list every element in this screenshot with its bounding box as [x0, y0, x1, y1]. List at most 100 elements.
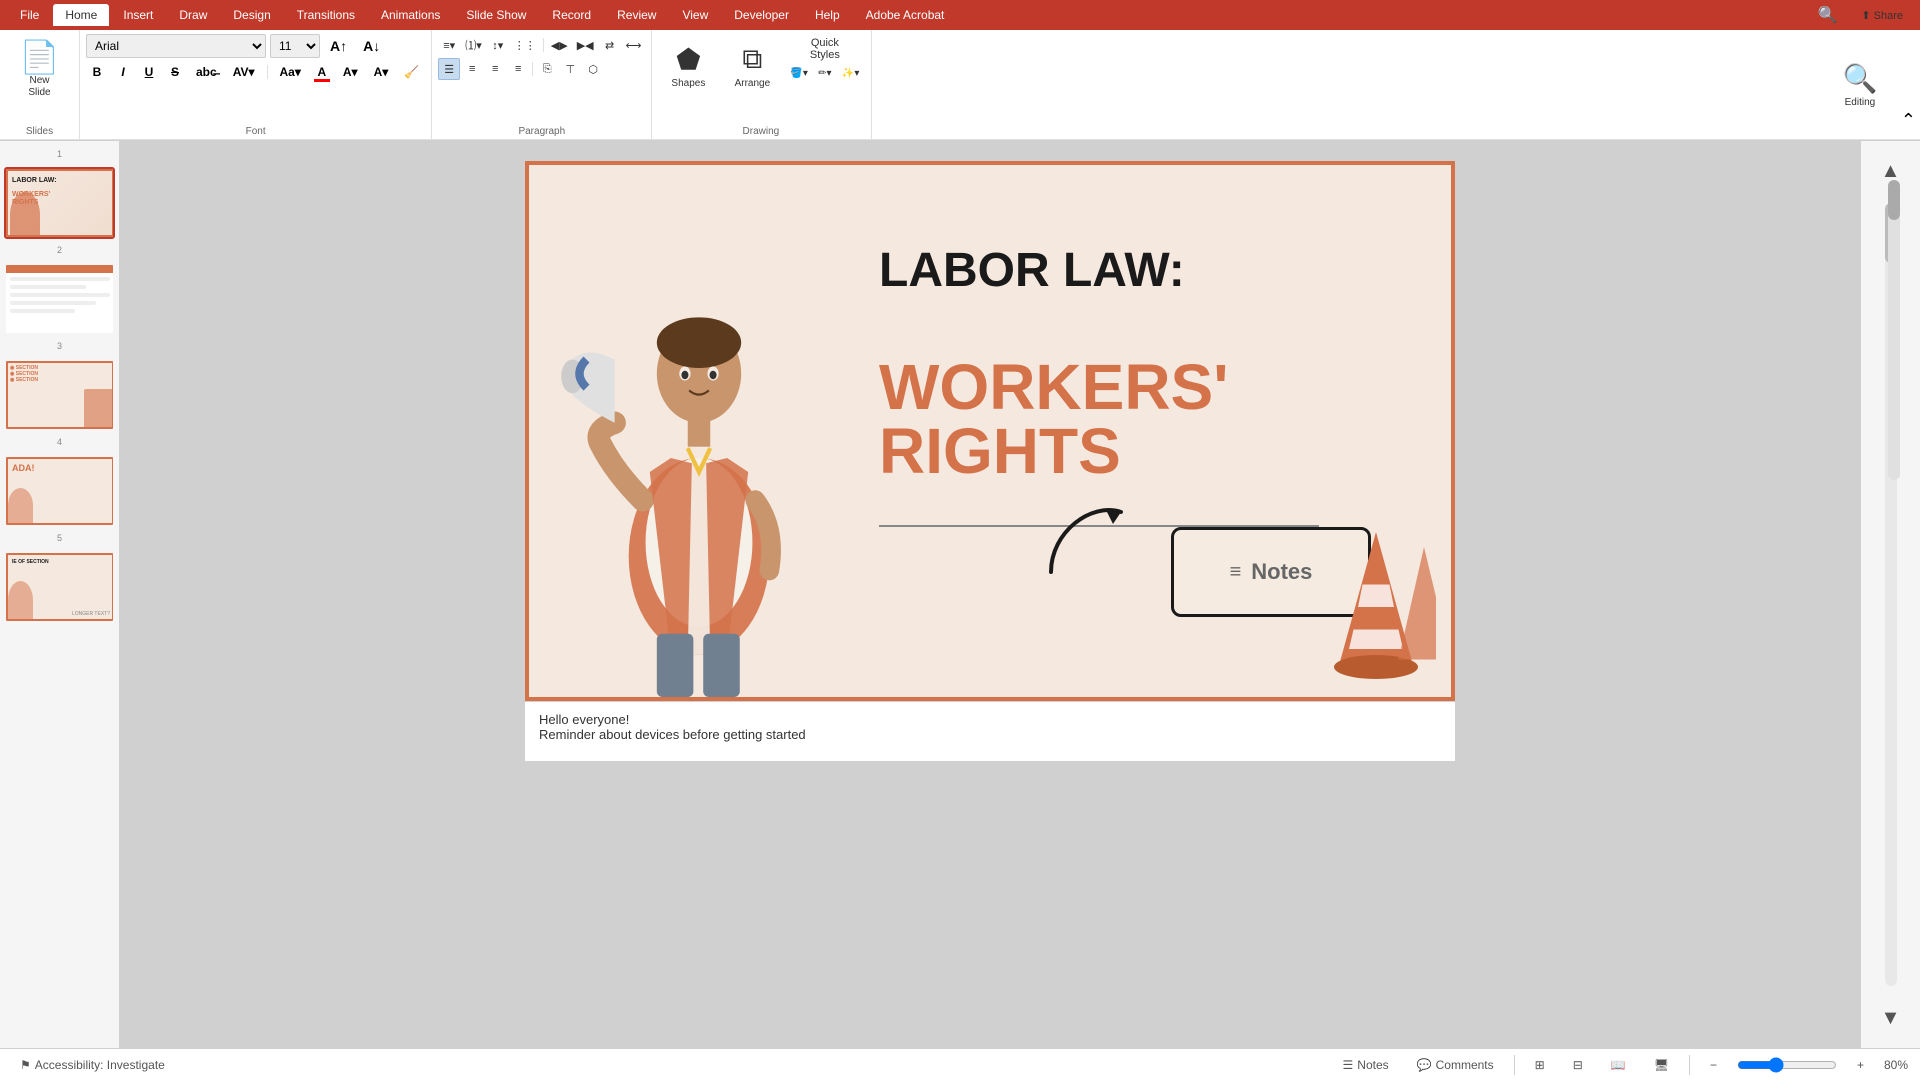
slide-number-3: 3 — [4, 341, 115, 351]
status-bar: ⚑ Accessibility: Investigate ☰ Notes 💬 C… — [0, 1048, 1920, 1080]
direction-btn[interactable]: ⇄ — [599, 34, 621, 56]
comment-icon: 💬 — [1417, 1058, 1432, 1072]
increase-indent-btn[interactable]: ▶◀ — [573, 34, 598, 56]
new-slide-button[interactable]: 📄 NewSlide — [13, 36, 67, 104]
new-slide-label: NewSlide — [28, 75, 50, 99]
slide-number-1: 1 — [4, 149, 115, 159]
normal-view-btn[interactable]: ⊞ — [1527, 1055, 1553, 1075]
tab-design[interactable]: Design — [221, 4, 282, 26]
slide-thumb-4[interactable]: ADA! — [4, 455, 115, 527]
notes-btn[interactable]: ☰ Notes — [1335, 1055, 1397, 1075]
tab-draw[interactable]: Draw — [167, 4, 219, 26]
accessibility-btn[interactable]: ⚑ Accessibility: Investigate — [12, 1055, 173, 1075]
char-spacing-btn[interactable]: AV▾ — [227, 61, 261, 83]
underline-btn[interactable]: U — [138, 61, 160, 83]
text-shadow-btn[interactable]: A▾ — [368, 61, 395, 83]
clear-format-btn[interactable]: 🧹 — [398, 61, 425, 83]
zoom-out-btn[interactable]: − — [1702, 1055, 1725, 1075]
shape-outline-btn[interactable]: ✏▾ — [814, 62, 836, 84]
quick-styles-button[interactable]: QuickStyles — [786, 38, 863, 60]
tab-acrobat[interactable]: Adobe Acrobat — [854, 4, 957, 26]
italic-btn[interactable]: I — [112, 61, 134, 83]
slide-thumb-5[interactable]: IE OF SECTION LONGER TEXT? — [4, 551, 115, 623]
bold-btn[interactable]: B — [86, 61, 108, 83]
tab-view[interactable]: View — [670, 4, 720, 26]
strikethrough2-btn[interactable]: abc̶ — [190, 61, 223, 83]
notes-arrow — [1031, 482, 1151, 587]
slide-sorter-btn[interactable]: ⊟ — [1565, 1055, 1591, 1075]
tab-developer[interactable]: Developer — [722, 4, 801, 26]
align-center-btn[interactable]: ≡ — [461, 58, 483, 80]
align-left-btn[interactable]: ☰ — [438, 58, 460, 80]
drawing-group: ⬟ Shapes ⧉ Arrange QuickStyles 🪣▾ ✏▾ ✨▾ — [652, 30, 872, 139]
shape-effects-btn[interactable]: ✨▾ — [838, 62, 863, 84]
slide-title-line1: LABOR LAW: — [879, 245, 1185, 298]
tab-home[interactable]: Home — [53, 4, 109, 26]
tab-file[interactable]: File — [8, 4, 51, 26]
columns-btn[interactable]: ⋮⋮ — [510, 34, 540, 56]
zoom-slider[interactable] — [1737, 1057, 1837, 1073]
comments-btn[interactable]: 💬 Comments — [1409, 1055, 1502, 1075]
tab-help[interactable]: Help — [803, 4, 852, 26]
notes-box-label: Notes — [1251, 559, 1312, 585]
notes-lines-icon: ≡ — [1230, 561, 1242, 584]
para-row1: ≡▾ ⑴▾ ↕▾ ⋮⋮ ◀▶ ▶◀ ⇄ ⟷ — [438, 34, 645, 56]
bullets-btn[interactable]: ≡▾ — [438, 34, 460, 56]
shapes-label: Shapes — [671, 78, 705, 89]
arrange-button[interactable]: ⧉ Arrange — [722, 38, 782, 94]
share-btn[interactable]: ⬆ Share — [1852, 4, 1912, 27]
slide-notes[interactable]: Hello everyone! Reminder about devices b… — [525, 701, 1455, 761]
para-row2: ☰ ≡ ≡ ≡ ⎘ ⊤ ⬡ — [438, 58, 604, 80]
font-size-select[interactable]: 11 — [270, 34, 320, 58]
strikethrough-btn[interactable]: S — [164, 61, 186, 83]
shape-fill-btn[interactable]: 🪣▾ — [786, 62, 811, 84]
smart-art-btn[interactable]: ⬡ — [582, 58, 604, 80]
presenter-view-btn[interactable]: 🖥 — [1646, 1055, 1677, 1075]
tab-insert[interactable]: Insert — [111, 4, 165, 26]
collapse-ribbon-btn[interactable]: 🔍 — [1808, 0, 1846, 30]
rights-text: RIGHTS — [879, 419, 1228, 483]
numbering-btn[interactable]: ⑴▾ — [461, 34, 486, 56]
slide-thumb-3[interactable]: ◉ SECTION ◉ SECTION ◉ SECTION — [4, 359, 115, 431]
tab-slideshow[interactable]: Slide Show — [454, 4, 538, 26]
increase-font-btn[interactable]: A↑ — [324, 35, 353, 57]
slide-title-line2: WORKERS' RIGHTS — [879, 355, 1228, 483]
editing-button[interactable]: 🔍 Editing — [1835, 57, 1885, 113]
paragraph-group: ≡▾ ⑴▾ ↕▾ ⋮⋮ ◀▶ ▶◀ ⇄ ⟷ ☰ ≡ ≡ ≡ ⎘ — [432, 30, 652, 139]
text-direction-btn[interactable]: ⎘ — [536, 58, 558, 80]
align-right-btn[interactable]: ≡ — [484, 58, 506, 80]
tab-transitions[interactable]: Transitions — [285, 4, 367, 26]
collapse-ribbon-btn[interactable]: ⌃ — [1897, 106, 1920, 135]
quick-styles-group: QuickStyles 🪣▾ ✏▾ ✨▾ — [786, 38, 863, 84]
canvas-area: LABOR LAW: WORKERS' RIGHTS ≡ Notes — [120, 141, 1860, 1048]
zoom-in-btn[interactable]: + — [1849, 1055, 1872, 1075]
convert-btn[interactable]: ⟷ — [622, 34, 646, 56]
decrease-indent-btn[interactable]: ◀▶ — [547, 34, 572, 56]
slide-thumb-2[interactable] — [4, 263, 115, 335]
accessibility-icon: ⚑ — [20, 1058, 31, 1072]
ribbon-tab-bar: File Home Insert Draw Design Transitions… — [0, 0, 1920, 30]
tab-review[interactable]: Review — [605, 4, 668, 26]
arrange-label: Arrange — [735, 78, 771, 89]
font-color-btn[interactable]: A — [311, 61, 333, 83]
separator — [267, 65, 268, 79]
slide-canvas[interactable]: LABOR LAW: WORKERS' RIGHTS ≡ Notes — [525, 161, 1455, 701]
font-name-select[interactable]: Arial — [86, 34, 266, 58]
shapes-button[interactable]: ⬟ Shapes — [658, 38, 718, 94]
tab-animations[interactable]: Animations — [369, 4, 452, 26]
main-area: 1 LABOR LAW: WORKERS'RIGHTS 2 — [0, 141, 1920, 1048]
highlight-btn[interactable]: A▾ — [337, 61, 364, 83]
reading-view-btn[interactable]: 📖 — [1603, 1055, 1634, 1075]
slides-group: 📄 NewSlide Slides — [0, 30, 80, 139]
accessibility-label: Accessibility: Investigate — [35, 1058, 165, 1072]
change-case-btn[interactable]: Aa▾ — [274, 61, 307, 83]
scroll-down-btn[interactable]: ▼ — [1869, 996, 1913, 1040]
tab-record[interactable]: Record — [540, 4, 603, 26]
line-spacing-btn[interactable]: ↕▾ — [487, 34, 509, 56]
align-text-btn[interactable]: ⊤ — [559, 58, 581, 80]
slide-number-2: 2 — [4, 245, 115, 255]
slide-thumb-1[interactable]: LABOR LAW: WORKERS'RIGHTS — [4, 167, 115, 239]
decrease-font-btn[interactable]: A↓ — [357, 35, 386, 57]
justify-btn[interactable]: ≡ — [507, 58, 529, 80]
status-right: ☰ Notes 💬 Comments ⊞ ⊟ 📖 🖥 − + 80% — [1335, 1055, 1908, 1075]
